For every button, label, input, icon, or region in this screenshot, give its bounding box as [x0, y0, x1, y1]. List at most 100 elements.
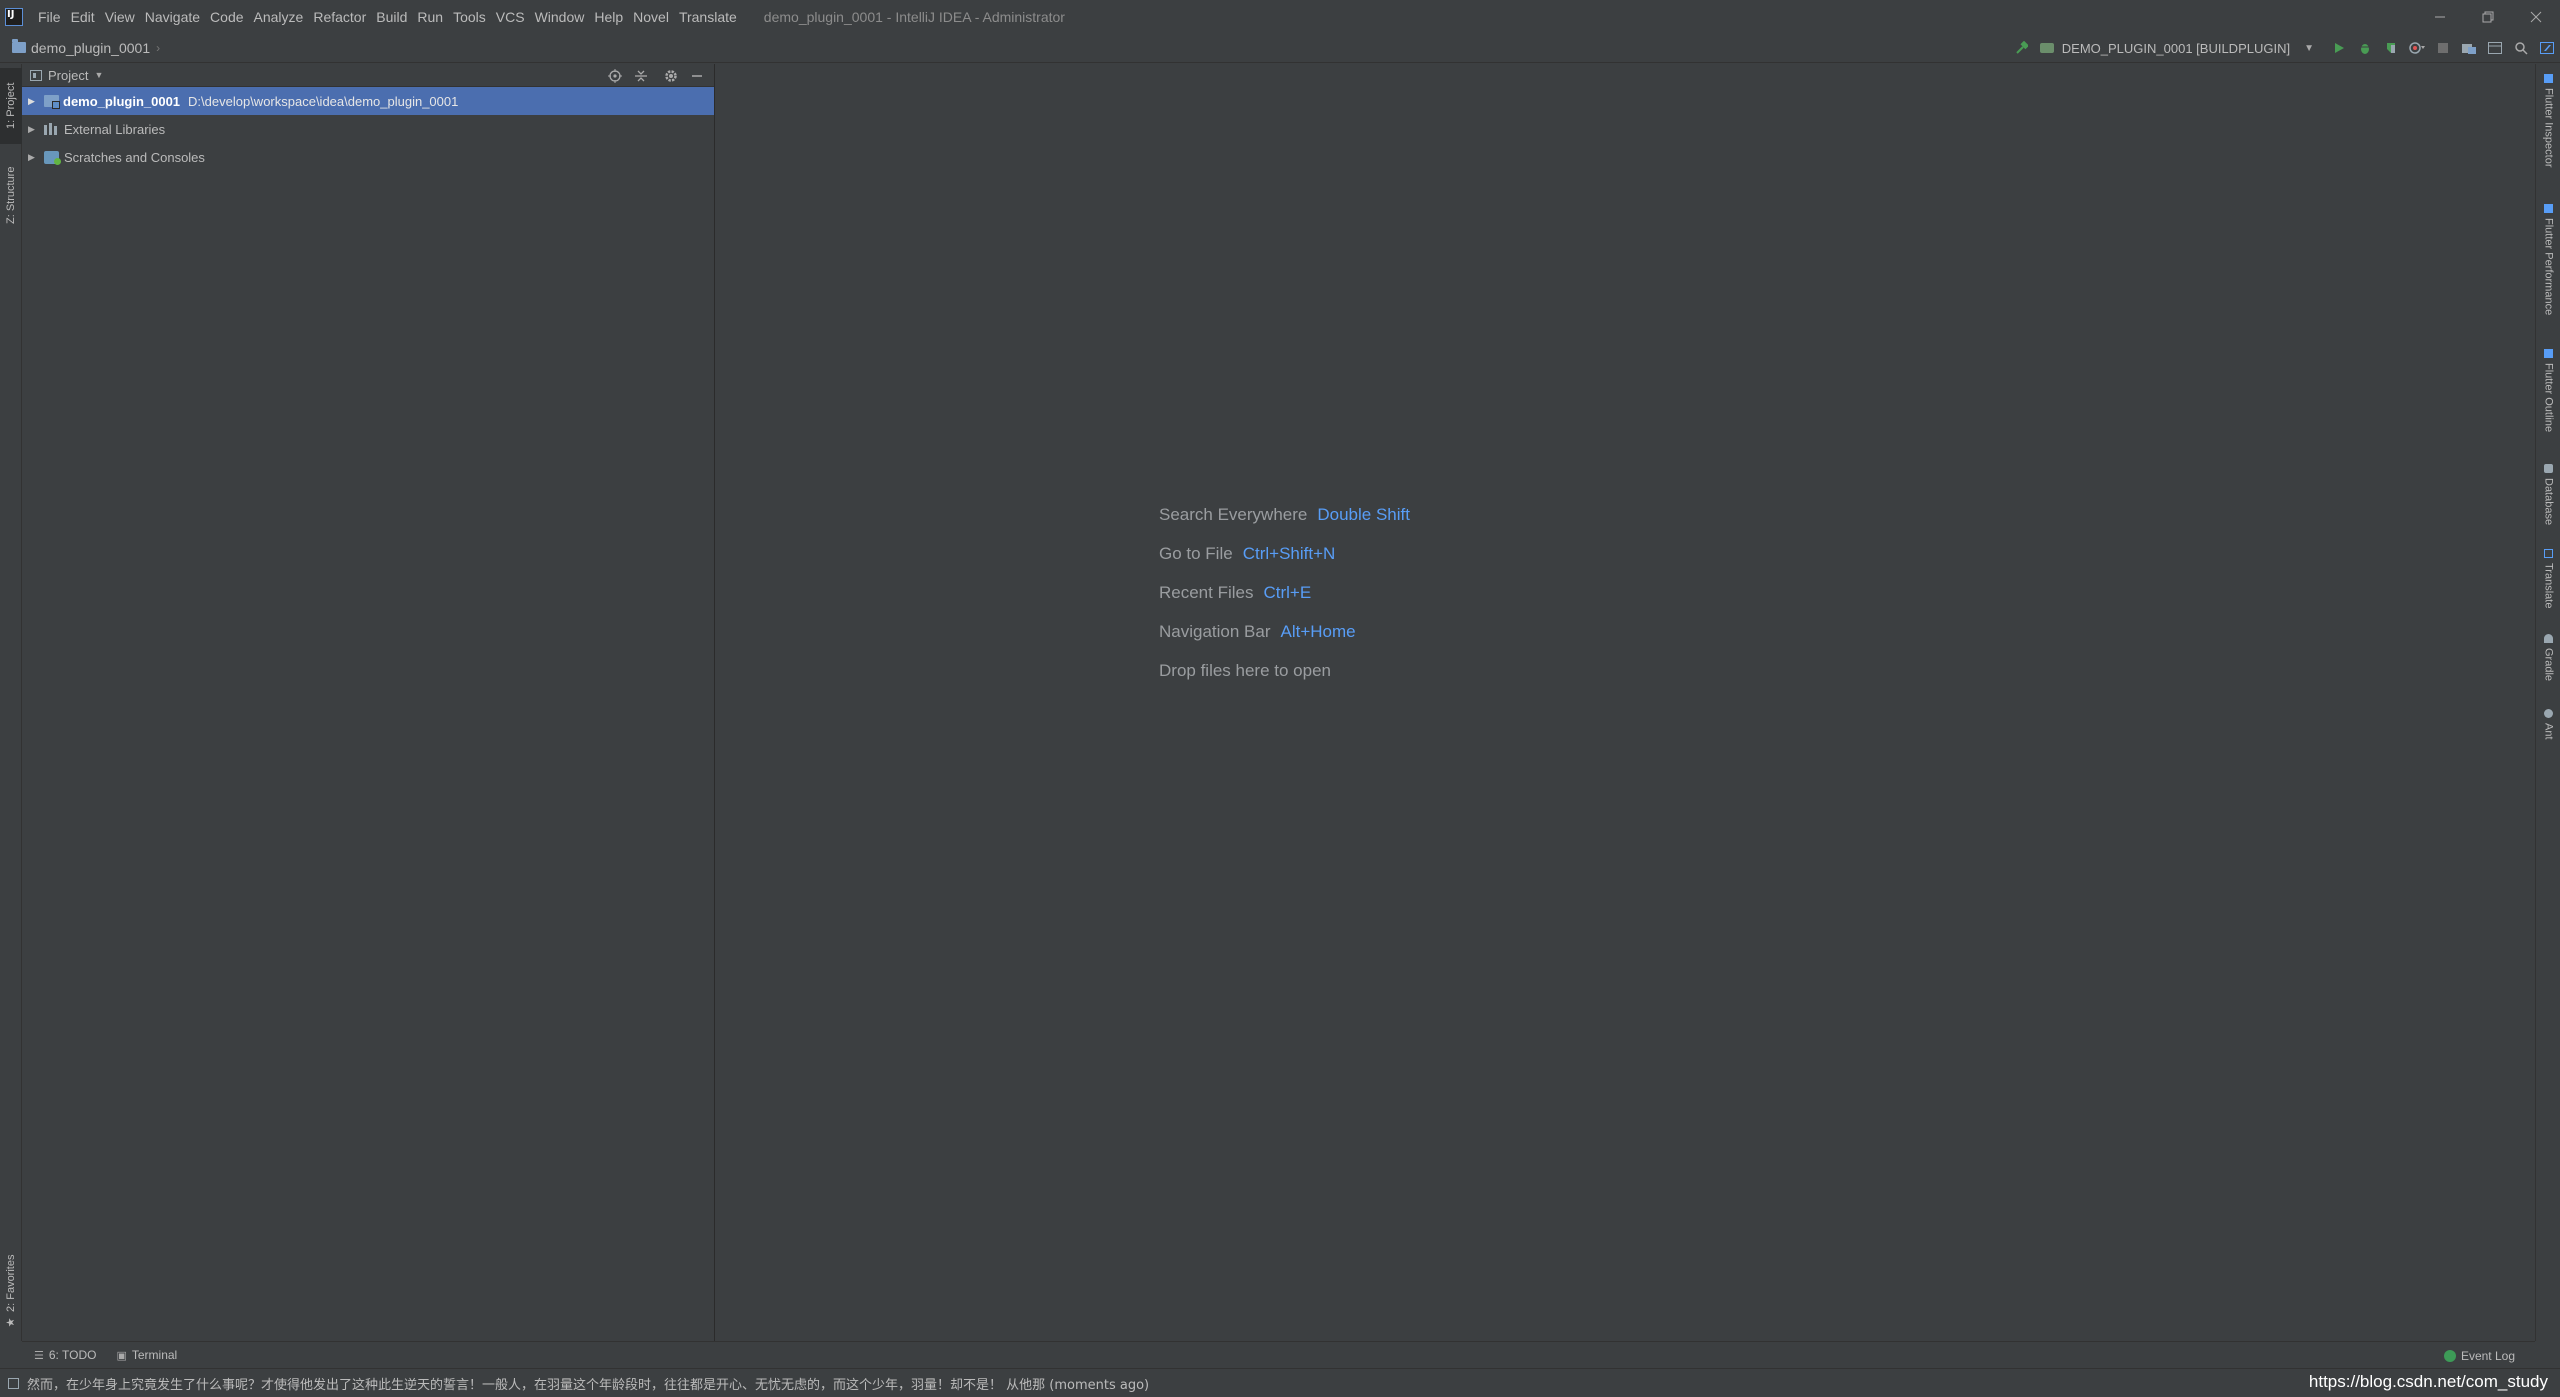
menu-vcs[interactable]: VCS [491, 9, 530, 25]
status-message: 然而，在少年身上究竟发生了什么事呢？才使得他发出了这种此生逆天的誓言！一般人，在… [27, 1377, 1150, 1393]
restore-icon[interactable] [2464, 0, 2512, 33]
terminal-tool-button[interactable]: ▣ Terminal [116, 1348, 177, 1362]
debug-icon[interactable] [2352, 33, 2378, 63]
minimize-icon[interactable] [2416, 0, 2464, 33]
right-tool-stripe: Flutter Inspector Flutter Performance Fl… [2535, 64, 2560, 1341]
hint-go-to-file: Go to File Ctrl+Shift+N [1159, 544, 1410, 583]
hint-search-everywhere: Search Everywhere Double Shift [1159, 505, 1410, 544]
star-icon: ★ [4, 1317, 18, 1330]
menu-edit[interactable]: Edit [66, 9, 100, 25]
hide-icon[interactable] [684, 64, 710, 87]
project-tool-label: 1: Project [5, 82, 17, 130]
navigation-bar: demo_plugin_0001 › DEMO_PLUGIN_0001 [BUI… [0, 33, 2560, 63]
breadcrumb[interactable]: demo_plugin_0001 › [12, 39, 160, 56]
ant-icon [2544, 709, 2553, 718]
stop-icon[interactable] [2430, 33, 2456, 63]
hammer-icon[interactable] [2008, 33, 2034, 63]
coverage-icon[interactable] [2378, 33, 2404, 63]
structure-tool-button[interactable]: Z: Structure [0, 154, 22, 236]
hint-label: Go to File [1159, 544, 1233, 563]
gear-icon[interactable] [658, 64, 684, 87]
chevron-down-icon: ▼ [94, 70, 104, 80]
status-bar: 然而，在少年身上究竟发生了什么事呢？才使得他发出了这种此生逆天的誓言！一般人，在… [0, 1368, 2560, 1397]
favorites-tool-button[interactable]: ★ 2: Favorites [0, 1249, 22, 1335]
translate-icon [2544, 549, 2553, 558]
project-structure-icon[interactable] [2456, 33, 2482, 63]
database-button[interactable]: Database [2536, 464, 2560, 544]
menu-bar: File Edit View Navigate Code Analyze Ref… [0, 0, 2560, 33]
menu-novel[interactable]: Novel [628, 9, 674, 25]
database-label: Database [2542, 478, 2555, 526]
flutter-icon[interactable] [2534, 33, 2560, 63]
expand-arrow-icon[interactable]: ▶ [28, 96, 36, 107]
favorites-tool-label: 2: Favorites [5, 1254, 17, 1313]
menu-help[interactable]: Help [589, 9, 628, 25]
profile-icon[interactable] [2404, 33, 2430, 63]
gradle-button[interactable]: Gradle [2536, 634, 2560, 704]
collapse-all-icon[interactable] [628, 64, 654, 87]
run-configuration-selector[interactable]: DEMO_PLUGIN_0001 [BUILDPLUGIN] ▼ [2039, 40, 2314, 56]
flutter-performance-button[interactable]: Flutter Performance [2536, 204, 2560, 334]
flutter-outline-label: Flutter Outline [2542, 363, 2555, 433]
search-icon[interactable] [2508, 33, 2534, 63]
layout-icon[interactable] [2482, 33, 2508, 63]
tree-item-scratches[interactable]: ▶ Scratches and Consoles [22, 143, 714, 171]
event-log-button[interactable]: Event Log [2443, 1342, 2515, 1369]
tree-item-external-libraries[interactable]: ▶ External Libraries [22, 115, 714, 143]
run-icon[interactable] [2326, 33, 2352, 63]
hint-label: Search Everywhere [1159, 505, 1308, 524]
menu-file[interactable]: File [33, 9, 66, 25]
gradle-icon [2039, 43, 2054, 53]
flutter-icon [2544, 349, 2553, 358]
tree-item-label: demo_plugin_0001 [63, 93, 181, 109]
tree-item-project-root[interactable]: ▶ demo_plugin_0001 D:\develop\workspace\… [22, 87, 714, 115]
flutter-inspector-label: Flutter Inspector [2542, 88, 2555, 168]
tree-item-path: D:\develop\workspace\idea\demo_plugin_00… [188, 93, 459, 109]
module-folder-icon [44, 95, 60, 109]
empty-editor-hints: Search Everywhere Double Shift Go to Fil… [1159, 505, 1410, 700]
editor-area[interactable]: Search Everywhere Double Shift Go to Fil… [715, 64, 2535, 1341]
flutter-performance-label: Flutter Performance [2542, 218, 2555, 316]
todo-tool-button[interactable]: ☰ 6: TODO [34, 1348, 96, 1362]
expand-arrow-icon[interactable]: ▶ [28, 152, 36, 163]
flutter-inspector-button[interactable]: Flutter Inspector [2536, 74, 2560, 184]
intellij-logo-icon [5, 7, 23, 26]
window-controls [2416, 0, 2560, 33]
terminal-label: Terminal [131, 1348, 178, 1362]
close-icon[interactable] [2512, 0, 2560, 33]
menu-code[interactable]: Code [205, 9, 248, 25]
menu-build[interactable]: Build [371, 9, 412, 25]
gradle-icon [2544, 634, 2553, 643]
menu-navigate[interactable]: Navigate [140, 9, 205, 25]
menu-window[interactable]: Window [530, 9, 590, 25]
run-configuration-label: DEMO_PLUGIN_0001 [BUILDPLUGIN] [2061, 40, 2291, 56]
menu-analyze[interactable]: Analyze [249, 9, 309, 25]
menu-run[interactable]: Run [412, 9, 448, 25]
project-panel-header: Project ▼ [22, 64, 714, 87]
translate-button[interactable]: Translate [2536, 549, 2560, 629]
menu-view[interactable]: View [100, 9, 140, 25]
hint-label: Recent Files [1159, 583, 1254, 602]
project-panel-actions [602, 64, 710, 87]
expand-arrow-icon[interactable]: ▶ [28, 124, 36, 135]
project-tool-button[interactable]: 1: Project [0, 68, 22, 144]
structure-tool-label: Z: Structure [5, 166, 17, 224]
hint-shortcut: Ctrl+E [1263, 583, 1312, 602]
ant-button[interactable]: Ant [2536, 709, 2560, 769]
main-toolbar: DEMO_PLUGIN_0001 [BUILDPLUGIN] ▼ [2008, 33, 2560, 63]
list-icon: ☰ [34, 1349, 44, 1362]
tool-windows-toggle-icon[interactable] [8, 1377, 19, 1389]
project-view-selector[interactable]: Project ▼ [30, 68, 103, 83]
event-log-label: Event Log [2460, 1348, 2515, 1363]
menu-translate[interactable]: Translate [674, 9, 742, 25]
menu-refactor[interactable]: Refactor [308, 9, 371, 25]
hint-shortcut: Double Shift [1317, 505, 1410, 524]
hint-label: Navigation Bar [1159, 622, 1271, 641]
locate-icon[interactable] [602, 64, 628, 87]
breadcrumb-project[interactable]: demo_plugin_0001 [31, 40, 150, 56]
flutter-outline-button[interactable]: Flutter Outline [2536, 349, 2560, 459]
menu-tools[interactable]: Tools [448, 9, 491, 25]
project-view-icon [30, 69, 42, 81]
flutter-icon [2544, 74, 2553, 83]
gradle-label: Gradle [2542, 648, 2555, 682]
